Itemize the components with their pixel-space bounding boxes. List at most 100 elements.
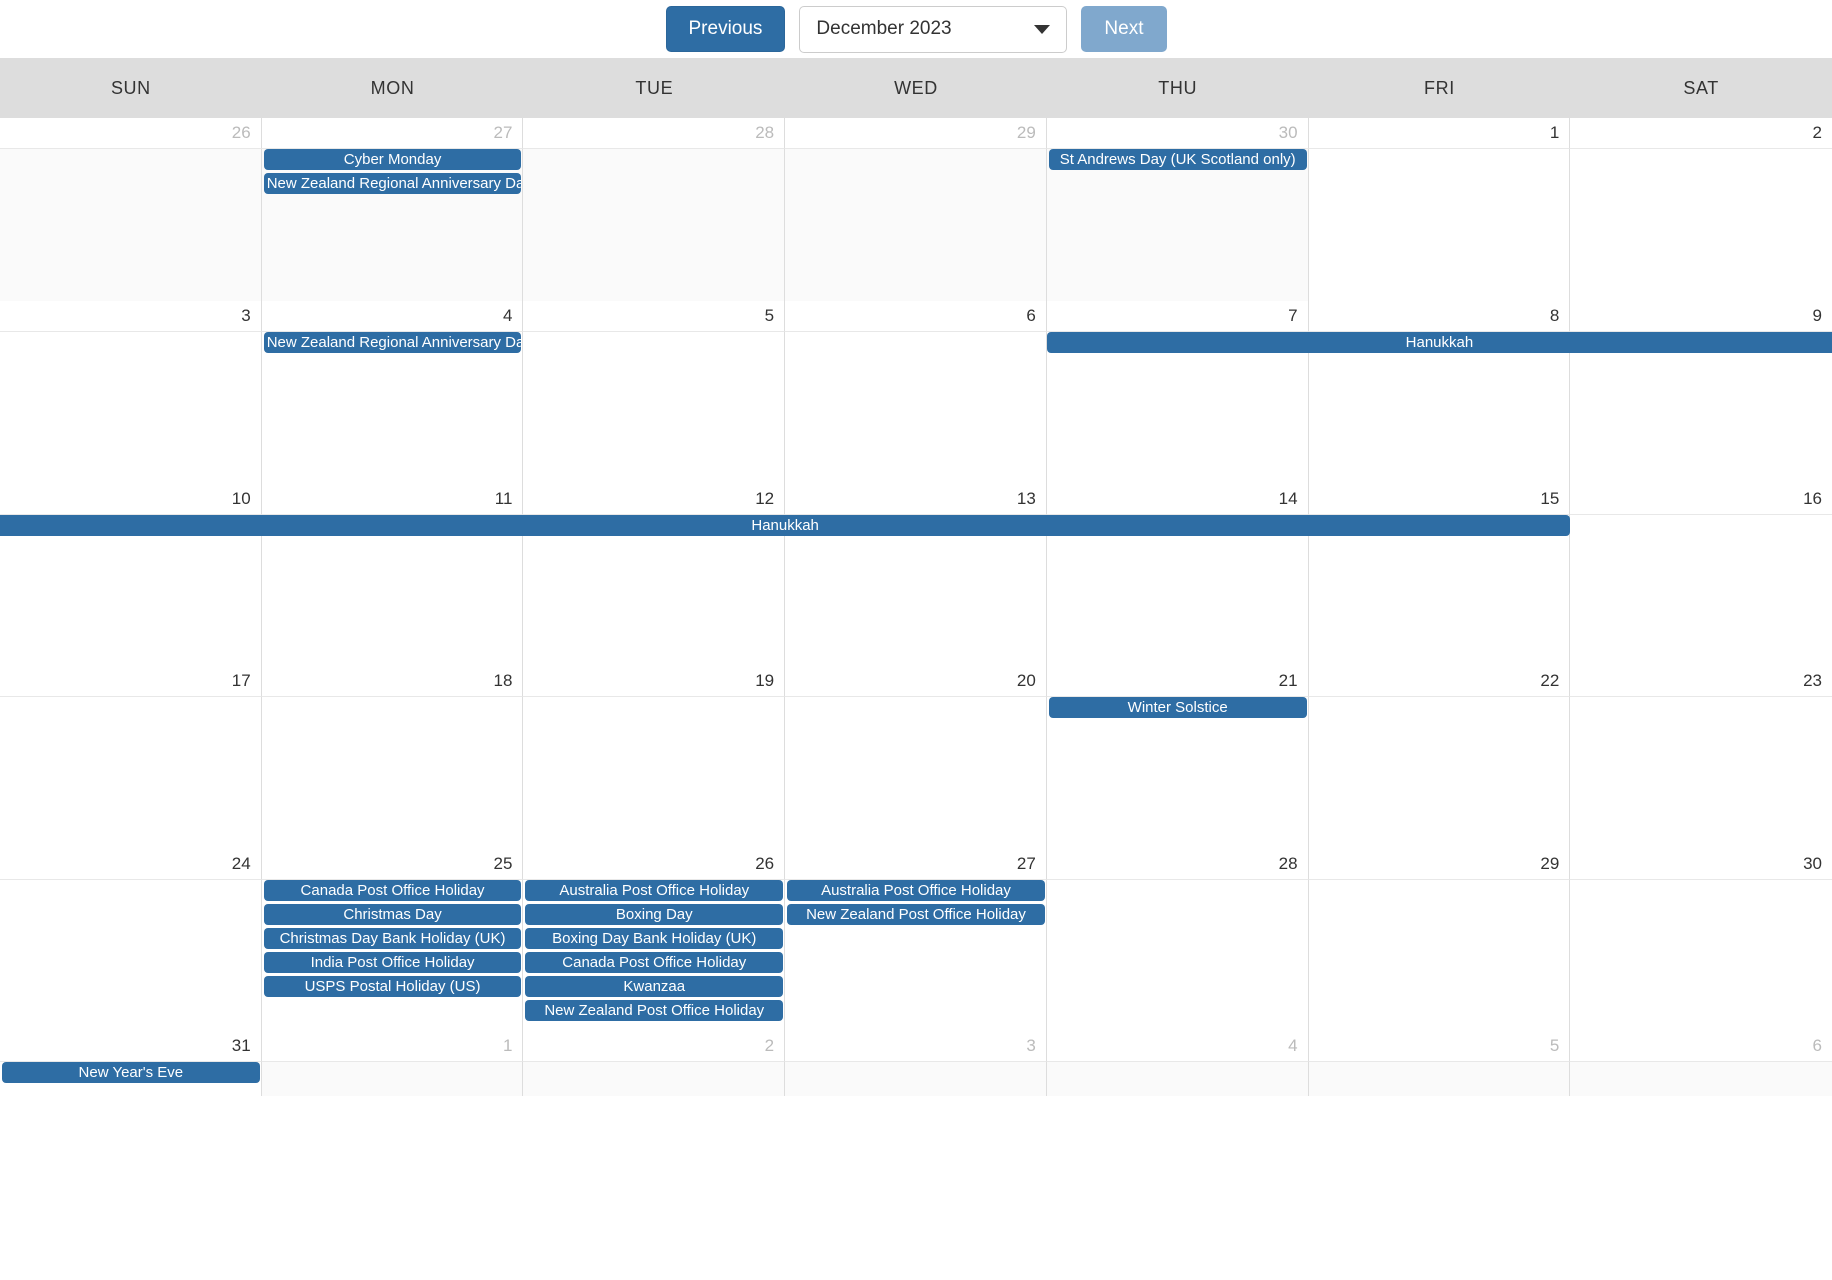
calendar-event[interactable]: India Post Office Holiday — [263, 952, 522, 973]
day-number[interactable]: 19 — [523, 666, 786, 697]
day-cell[interactable] — [1046, 515, 1309, 666]
calendar-event[interactable]: New Zealand Regional Anniversary Day — [263, 332, 522, 353]
day-cell[interactable] — [1308, 332, 1571, 484]
day-number[interactable]: 28 — [1046, 849, 1309, 880]
day-number[interactable]: 30 — [1046, 118, 1309, 149]
day-cell[interactable] — [1046, 880, 1309, 1031]
day-number[interactable]: 17 — [0, 666, 262, 697]
calendar-event[interactable]: Boxing Day Bank Holiday (UK) — [525, 928, 784, 949]
day-cell[interactable] — [0, 149, 262, 301]
calendar-event[interactable]: Canada Post Office Holiday — [263, 880, 522, 901]
calendar-event[interactable]: Winter Solstice — [1048, 697, 1307, 718]
day-cell[interactable] — [785, 880, 1047, 1031]
day-number[interactable]: 29 — [785, 118, 1047, 149]
day-cell[interactable] — [523, 332, 786, 484]
day-cell[interactable] — [0, 697, 262, 849]
calendar-event[interactable]: Boxing Day — [525, 904, 784, 925]
day-number[interactable]: 3 — [785, 1031, 1047, 1062]
calendar-event[interactable]: New Zealand Post Office Holiday — [525, 1000, 784, 1021]
day-number[interactable]: 7 — [1046, 301, 1309, 332]
day-cell[interactable] — [1570, 697, 1832, 849]
day-cell[interactable] — [1308, 880, 1571, 1031]
day-number[interactable]: 2 — [523, 1031, 786, 1062]
day-number[interactable]: 14 — [1046, 484, 1309, 515]
day-cell[interactable] — [1046, 1062, 1309, 1096]
day-cell[interactable] — [1308, 1062, 1571, 1096]
day-cell[interactable] — [523, 515, 786, 666]
day-cell[interactable] — [1046, 149, 1309, 301]
day-number[interactable]: 29 — [1308, 849, 1571, 880]
day-cell[interactable] — [1570, 515, 1832, 666]
day-number[interactable]: 4 — [261, 301, 524, 332]
next-month-button[interactable]: Next — [1081, 6, 1167, 52]
calendar-event[interactable]: New Year's Eve — [2, 1062, 260, 1083]
day-cell[interactable] — [1308, 149, 1571, 301]
day-cell[interactable] — [785, 697, 1047, 849]
day-cell[interactable] — [0, 880, 262, 1031]
day-number[interactable]: 26 — [523, 849, 786, 880]
day-number[interactable]: 22 — [1308, 666, 1571, 697]
day-cell[interactable] — [523, 149, 786, 301]
day-cell[interactable] — [1046, 332, 1309, 484]
calendar-event[interactable]: New Zealand Post Office Holiday — [787, 904, 1045, 925]
day-number[interactable]: 13 — [785, 484, 1047, 515]
day-number[interactable]: 16 — [1570, 484, 1832, 515]
day-cell[interactable] — [1308, 515, 1571, 666]
calendar-event[interactable]: Kwanzaa — [525, 976, 784, 997]
day-cell[interactable] — [1570, 1062, 1832, 1096]
calendar-event[interactable]: Christmas Day — [263, 904, 522, 925]
calendar-event[interactable]: Hanukkah — [0, 515, 1571, 536]
day-cell[interactable] — [785, 1062, 1047, 1096]
day-cell[interactable] — [1046, 697, 1309, 849]
calendar-event[interactable]: Australia Post Office Holiday — [787, 880, 1045, 901]
day-number[interactable]: 15 — [1308, 484, 1571, 515]
day-number[interactable]: 4 — [1046, 1031, 1309, 1062]
day-number[interactable]: 28 — [523, 118, 786, 149]
day-cell[interactable] — [1570, 149, 1832, 301]
day-number[interactable]: 1 — [261, 1031, 524, 1062]
day-number[interactable]: 31 — [0, 1031, 262, 1062]
day-number[interactable]: 27 — [785, 849, 1047, 880]
day-cell[interactable] — [1570, 880, 1832, 1031]
day-number[interactable]: 20 — [785, 666, 1047, 697]
day-number[interactable]: 27 — [261, 118, 524, 149]
calendar-event[interactable]: New Zealand Regional Anniversary Day — [263, 173, 522, 194]
calendar-event[interactable]: Cyber Monday — [263, 149, 522, 170]
day-number[interactable]: 6 — [1570, 1031, 1832, 1062]
day-number[interactable]: 21 — [1046, 666, 1309, 697]
day-number[interactable]: 23 — [1570, 666, 1832, 697]
month-select[interactable]: December 2023 — [799, 5, 1068, 53]
day-cell[interactable] — [261, 515, 524, 666]
day-number[interactable]: 9 — [1570, 301, 1832, 332]
day-number[interactable]: 25 — [261, 849, 524, 880]
day-cell[interactable] — [1308, 697, 1571, 849]
calendar-event[interactable]: Christmas Day Bank Holiday (UK) — [263, 928, 522, 949]
calendar-event[interactable]: Australia Post Office Holiday — [525, 880, 784, 901]
calendar-event[interactable]: Canada Post Office Holiday — [525, 952, 784, 973]
day-number[interactable]: 8 — [1308, 301, 1571, 332]
day-cell[interactable] — [523, 697, 786, 849]
day-cell[interactable] — [261, 697, 524, 849]
day-number[interactable]: 26 — [0, 118, 262, 149]
day-cell[interactable] — [785, 332, 1047, 484]
day-cell[interactable] — [1570, 332, 1832, 484]
calendar-event[interactable]: Hanukkah — [1046, 332, 1832, 353]
day-number[interactable]: 6 — [785, 301, 1047, 332]
calendar-event[interactable]: St Andrews Day (UK Scotland only) — [1048, 149, 1307, 170]
day-number[interactable]: 5 — [523, 301, 786, 332]
day-cell[interactable] — [261, 149, 524, 301]
day-cell[interactable] — [523, 1062, 786, 1096]
day-cell[interactable] — [261, 332, 524, 484]
day-number[interactable]: 3 — [0, 301, 262, 332]
day-number[interactable]: 18 — [261, 666, 524, 697]
day-number[interactable]: 12 — [523, 484, 786, 515]
previous-month-button[interactable]: Previous — [665, 6, 786, 52]
day-cell[interactable] — [0, 332, 262, 484]
day-number[interactable]: 10 — [0, 484, 262, 515]
day-cell[interactable] — [0, 515, 262, 666]
day-number[interactable]: 11 — [261, 484, 524, 515]
day-cell[interactable] — [785, 515, 1047, 666]
day-number[interactable]: 24 — [0, 849, 262, 880]
day-cell[interactable] — [785, 149, 1047, 301]
calendar-event[interactable]: USPS Postal Holiday (US) — [263, 976, 522, 997]
